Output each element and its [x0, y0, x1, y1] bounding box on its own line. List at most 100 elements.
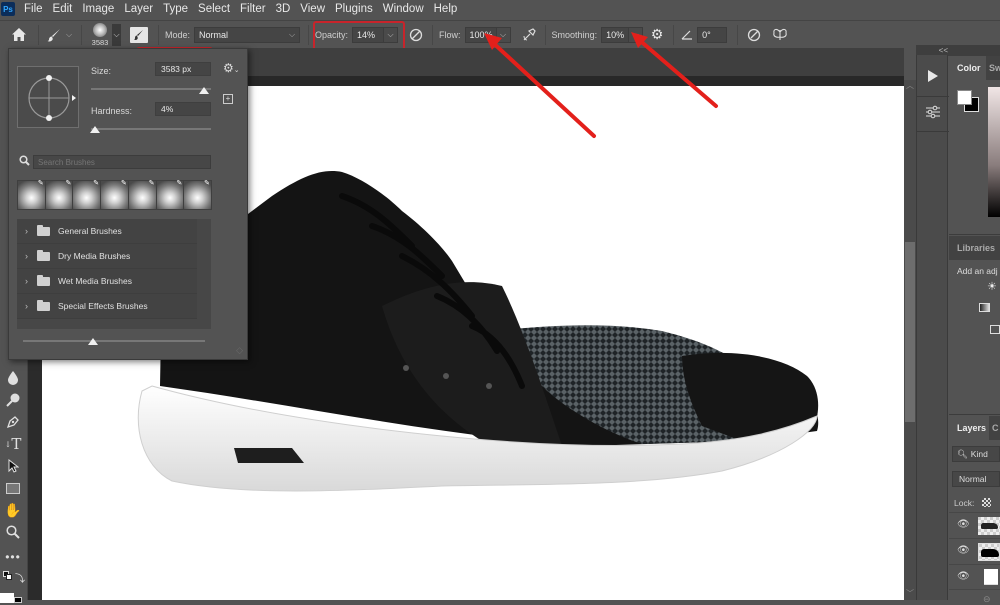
hardness-slider-thumb[interactable] [90, 126, 100, 133]
search-brushes-input[interactable] [33, 155, 211, 169]
folder-dry-media-brushes[interactable]: › Dry Media Brushes [17, 244, 197, 269]
type-tool-icon[interactable]: ↓ T [2, 433, 24, 455]
home-icon[interactable] [6, 28, 32, 41]
hardness-input[interactable]: 4% [155, 102, 211, 116]
vertical-scrollbar[interactable]: ︿ ﹀ [904, 80, 916, 600]
menu-image[interactable]: Image [82, 3, 114, 15]
menu-view[interactable]: View [300, 3, 325, 15]
levels-adjustment-icon[interactable] [979, 303, 990, 312]
menu-layer[interactable]: Layer [124, 3, 153, 15]
blur-tool-icon[interactable] [2, 367, 24, 389]
pen-tool-icon[interactable] [2, 411, 24, 433]
brush-preset-caret[interactable]: ⌵ [112, 23, 121, 46]
menu-3d[interactable]: 3D [276, 3, 291, 15]
preview-size-slider-track[interactable] [23, 340, 205, 342]
chevron-down-icon[interactable]: ⌵ [63, 30, 75, 40]
eye-icon[interactable]: 👁︎ [957, 519, 970, 530]
size-input[interactable]: 3583 px [155, 62, 211, 76]
brush-preset[interactable]: ✎ [156, 180, 184, 209]
smoothing-input[interactable]: 10% [601, 26, 630, 43]
layer-row[interactable]: 👁︎ [949, 538, 1000, 564]
rectangle-tool-icon[interactable] [2, 477, 24, 499]
resize-grip-icon[interactable]: ◇ [236, 345, 243, 356]
layer-kind-filter[interactable]: 🔍︎ Kind [952, 446, 1000, 462]
brush-preset-picker[interactable]: 3583 [88, 21, 112, 49]
tab-layers[interactable]: Layers [949, 416, 995, 440]
brush-size-label: 3583 [91, 37, 109, 47]
hand-tool-icon[interactable]: ✋ [2, 499, 24, 521]
pressure-size-icon[interactable] [744, 28, 764, 42]
foreground-color-swatch[interactable] [957, 90, 972, 105]
play-actions-icon[interactable] [920, 61, 946, 91]
scroll-up-icon[interactable]: ︿ [904, 80, 916, 92]
swap-colors-icon[interactable]: ⤵ [15, 570, 25, 585]
mode-select[interactable]: Normal ⌵ [194, 26, 301, 43]
brush-preset[interactable]: ✎ [184, 180, 212, 209]
folder-wet-media-brushes[interactable]: › Wet Media Brushes [17, 269, 197, 294]
opacity-dropdown[interactable]: ⌵ [384, 26, 399, 43]
chevron-right-icon[interactable]: › [25, 251, 33, 261]
default-colors-icon[interactable]: ⤵ [2, 567, 25, 589]
angle-input[interactable]: 0° [697, 26, 728, 43]
eye-icon[interactable]: 👁︎ [957, 571, 970, 582]
brush-preset[interactable]: ✎ [73, 180, 101, 209]
layer-row[interactable]: 👁︎ [949, 564, 1000, 590]
folder-special-effects-brushes[interactable]: › Special Effects Brushes [17, 294, 197, 319]
brush-preset[interactable]: ✎ [18, 180, 45, 209]
brightness-adjustment-icon[interactable]: ☀ [987, 280, 997, 293]
brush-settings-icon[interactable] [130, 26, 148, 43]
menu-edit[interactable]: Edit [53, 3, 73, 15]
more-tools-icon[interactable]: ••• [2, 546, 24, 568]
layer-row[interactable]: 👁︎ [949, 512, 1000, 538]
chevron-right-icon[interactable]: › [25, 226, 33, 236]
new-preset-icon[interactable]: + [223, 94, 233, 104]
brush-angle-roundness-control[interactable] [18, 67, 80, 129]
tab-swatches[interactable]: Sw [986, 56, 1000, 80]
brush-settings-gear-icon[interactable]: ⚙⌄ [223, 61, 240, 75]
curves-adjustment-icon[interactable] [990, 325, 1000, 334]
path-selection-icon[interactable] [2, 455, 24, 477]
symmetry-icon[interactable] [770, 28, 790, 42]
foreground-swatch[interactable] [0, 593, 14, 603]
menu-window[interactable]: Window [383, 3, 424, 15]
brush-preset[interactable]: ✎ [45, 180, 73, 209]
preview-size-slider-thumb[interactable] [88, 338, 98, 345]
menu-filter[interactable]: Filter [240, 3, 266, 15]
brush-tool-icon[interactable] [45, 28, 63, 42]
brush-preset[interactable]: ✎ [101, 180, 128, 209]
zoom-tool-icon[interactable] [2, 521, 24, 543]
smoothing-settings-icon[interactable]: ⚙ [647, 26, 667, 43]
menu-plugins[interactable]: Plugins [335, 3, 373, 15]
scroll-down-icon[interactable]: ﹀ [904, 588, 916, 600]
lock-transparency-icon[interactable] [982, 498, 991, 507]
tab-channels[interactable]: C [989, 416, 1000, 440]
chevron-right-icon[interactable]: › [25, 276, 33, 286]
folder-general-brushes[interactable]: › General Brushes [17, 219, 197, 244]
tab-color[interactable]: Color [949, 56, 989, 80]
background-swatch[interactable] [14, 597, 22, 603]
airbrush-icon[interactable] [519, 27, 539, 42]
brush-tip-preview[interactable] [17, 66, 79, 128]
flow-dropdown[interactable]: ⌵ [496, 26, 511, 43]
adjustments-sliders-icon[interactable] [920, 97, 946, 127]
menu-select[interactable]: Select [198, 3, 230, 15]
brush-preset[interactable]: ✎ [128, 180, 156, 209]
opacity-input[interactable]: 14% [352, 26, 385, 43]
tab-libraries[interactable]: Libraries [949, 236, 1000, 260]
size-slider-track[interactable] [91, 88, 211, 90]
menu-file[interactable]: File [24, 3, 43, 15]
hardness-slider-track[interactable] [91, 128, 211, 130]
flow-input[interactable]: 100% [464, 26, 497, 43]
chevron-right-icon[interactable]: › [25, 301, 33, 311]
pressure-opacity-icon[interactable] [406, 28, 426, 42]
smoothing-dropdown[interactable]: ⌵ [629, 26, 644, 43]
eye-icon[interactable]: 👁︎ [957, 545, 970, 556]
smoothing-label: Smoothing: [551, 29, 598, 40]
scrollbar-thumb[interactable] [905, 242, 915, 422]
menu-type[interactable]: Type [163, 3, 188, 15]
dodge-tool-icon[interactable] [2, 389, 24, 411]
layer-blend-mode[interactable]: Normal [952, 471, 1000, 487]
menu-help[interactable]: Help [434, 3, 458, 15]
color-picker-field[interactable] [988, 87, 1000, 217]
size-slider-thumb[interactable] [199, 87, 209, 94]
